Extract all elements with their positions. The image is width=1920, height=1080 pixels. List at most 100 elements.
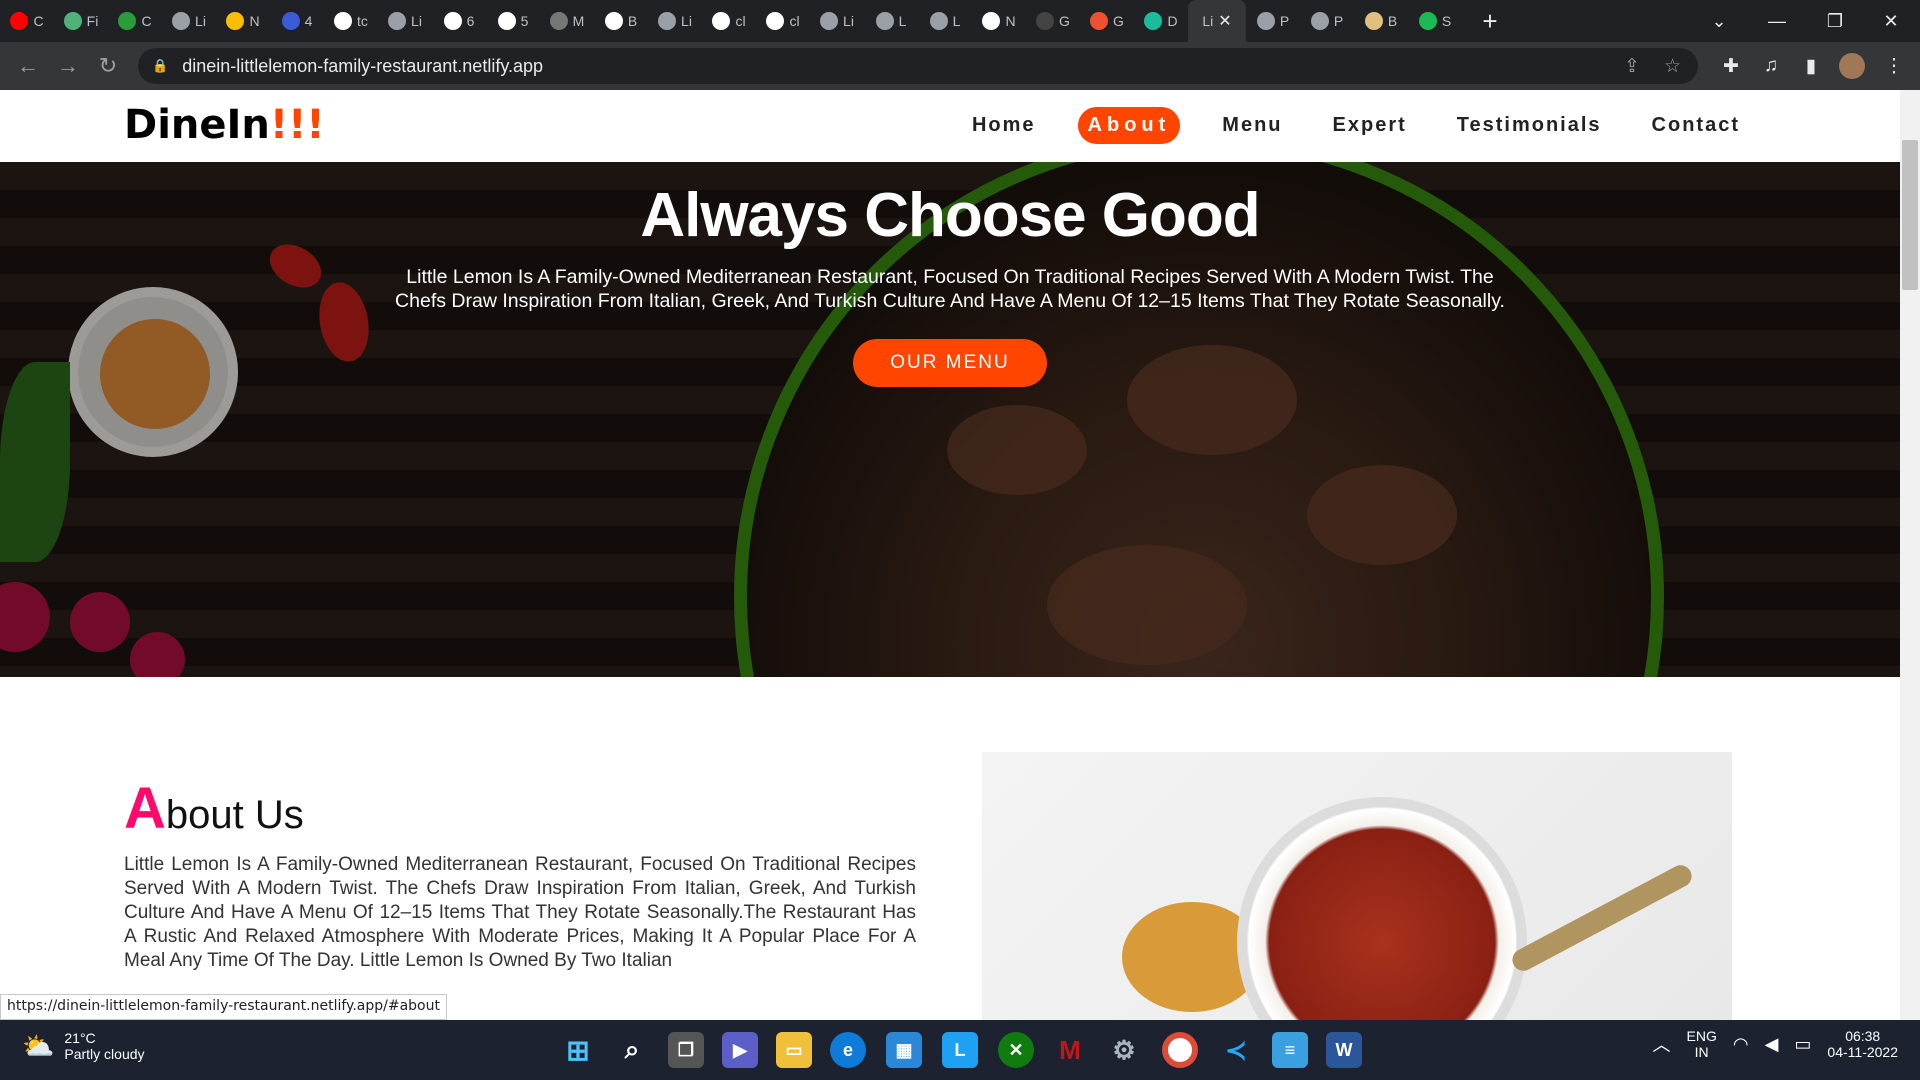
volume-icon[interactable]: ◀: [1765, 1034, 1779, 1055]
framer-icon: [63, 12, 82, 30]
browser-tab[interactable]: P: [1300, 0, 1354, 42]
browser-tab[interactable]: tc: [324, 0, 378, 42]
tray-chevron-icon[interactable]: ︿: [1653, 1031, 1671, 1057]
tab-label: cl: [735, 13, 746, 29]
tab-close-icon[interactable]: ✕: [1218, 11, 1231, 31]
globe-icon: [820, 12, 839, 30]
nav-link-home[interactable]: Home: [964, 107, 1044, 144]
tab-label: D: [1167, 13, 1178, 29]
browser-tab[interactable]: Li: [648, 0, 702, 42]
browser-tab[interactable]: cl: [756, 0, 810, 42]
image-icon: [1364, 12, 1383, 30]
task-view-icon[interactable]: ❐: [668, 1032, 704, 1068]
tab-label: Fi: [86, 13, 99, 29]
browser-tab[interactable]: Li: [162, 0, 216, 42]
nav-link-testimonials[interactable]: Testimonials: [1449, 107, 1610, 144]
url-input[interactable]: 🔒 dinein-littlelemon-family-restaurant.n…: [138, 48, 1698, 84]
browser-tab[interactable]: L: [864, 0, 918, 42]
browser-tab[interactable]: Li: [810, 0, 864, 42]
nav-link-expert[interactable]: Expert: [1325, 107, 1415, 144]
browser-tab[interactable]: N: [972, 0, 1026, 42]
clock[interactable]: 06:38 04-11-2022: [1827, 1028, 1898, 1060]
profile-avatar[interactable]: [1834, 48, 1870, 84]
chrome-icon: [982, 12, 1001, 30]
browser-tab[interactable]: C: [108, 0, 162, 42]
site-logo[interactable]: DineIn!!!: [124, 102, 325, 148]
microsoft-store-icon[interactable]: ▦: [886, 1032, 922, 1068]
git-icon: [1090, 12, 1109, 30]
bookmark-star-icon[interactable]: ☆: [1664, 48, 1681, 84]
browser-tab[interactable]: 6: [432, 0, 486, 42]
search-icon[interactable]: ⌕: [614, 1032, 650, 1068]
extensions-icon[interactable]: ✚: [1713, 48, 1749, 84]
chrome-icon[interactable]: [1162, 1032, 1198, 1068]
browser-tab[interactable]: 4: [270, 0, 324, 42]
vscode-icon[interactable]: ≺: [1218, 1032, 1254, 1068]
globe-icon: [929, 12, 948, 30]
browser-tab[interactable]: P: [1246, 0, 1300, 42]
tab-label: cl: [789, 13, 800, 29]
close-window-icon[interactable]: ✕: [1862, 0, 1920, 42]
browser-tab[interactable]: Fi: [54, 0, 108, 42]
hero-section: Always Choose Good Little Lemon Is A Fam…: [0, 162, 1900, 677]
edge-browser-icon[interactable]: e: [830, 1032, 866, 1068]
hero-description: Little Lemon Is A Family-Owned Mediterra…: [395, 266, 1505, 312]
spoon-image: [1508, 861, 1696, 975]
browser-tab[interactable]: L: [918, 0, 972, 42]
language-indicator[interactable]: ENG IN: [1687, 1028, 1717, 1060]
browser-tab[interactable]: G: [1026, 0, 1080, 42]
browser-tab[interactable]: cl: [702, 0, 756, 42]
tab-label: P: [1279, 13, 1290, 29]
browser-tab[interactable]: C: [0, 0, 54, 42]
menu-kebab-icon[interactable]: ⋮: [1876, 48, 1912, 84]
nav-link-about[interactable]: About: [1077, 107, 1181, 144]
restore-icon[interactable]: ❐: [1806, 0, 1864, 42]
tab-label: 5: [520, 13, 529, 29]
drive-icon: [226, 12, 245, 30]
browser-tab[interactable]: Li ✕: [1188, 0, 1246, 42]
browser-tab[interactable]: G: [1080, 0, 1134, 42]
tab-search-icon[interactable]: ⌄: [1690, 0, 1748, 42]
app-l-icon[interactable]: L: [942, 1032, 978, 1068]
about-section: About Us Little Lemon Is A Family-Owned …: [0, 677, 1900, 1020]
tab-label: N: [249, 13, 260, 29]
share-icon[interactable]: ⇪: [1624, 48, 1640, 84]
our-menu-button[interactable]: OUR MENU: [853, 339, 1047, 387]
tab-label: G: [1059, 13, 1070, 29]
scrollbar-thumb[interactable]: [1902, 140, 1918, 290]
word-icon[interactable]: W: [1326, 1032, 1362, 1068]
weather-widget[interactable]: ⛅ 21°C Partly cloudy: [22, 1030, 145, 1062]
nav-link-contact[interactable]: Contact: [1644, 107, 1748, 144]
nav-link-menu[interactable]: Menu: [1214, 107, 1290, 144]
back-icon[interactable]: ←: [8, 42, 48, 90]
browser-tab[interactable]: N: [216, 0, 270, 42]
xbox-icon[interactable]: ✕: [998, 1032, 1034, 1068]
reload-icon[interactable]: ↻: [88, 42, 128, 90]
f-icon: [443, 12, 462, 30]
mcafee-icon[interactable]: M: [1052, 1032, 1088, 1068]
start-button-icon[interactable]: ⊞: [560, 1032, 596, 1068]
side-panel-icon[interactable]: ▮: [1793, 48, 1829, 84]
wifi-icon[interactable]: ◠: [1733, 1034, 1749, 1055]
battery-icon[interactable]: ▭: [1794, 1034, 1811, 1055]
browser-tab[interactable]: D: [1134, 0, 1188, 42]
lock-icon[interactable]: 🔒: [152, 58, 168, 74]
browser-tab[interactable]: Li: [378, 0, 432, 42]
browser-tab[interactable]: B: [594, 0, 648, 42]
media-control-icon[interactable]: ♫: [1753, 48, 1789, 84]
forward-icon[interactable]: →: [48, 42, 88, 90]
settings-gear-icon[interactable]: ⚙: [1106, 1032, 1142, 1068]
tab-label: P: [1333, 13, 1344, 29]
address-toolbar: ← → ↻ 🔒 dinein-littlelemon-family-restau…: [0, 42, 1920, 90]
teams-chat-icon[interactable]: ▶: [722, 1032, 758, 1068]
minimize-icon[interactable]: —: [1748, 0, 1806, 42]
new-tab-icon[interactable]: +: [1472, 6, 1508, 37]
tab-label: L: [898, 13, 907, 29]
browser-tab[interactable]: S: [1408, 0, 1462, 42]
browser-tab[interactable]: B: [1354, 0, 1408, 42]
windows-taskbar: ⛅ 21°C Partly cloudy ⊞ ⌕ ❐ ▶ ▭ e ▦ L ✕ M …: [0, 1020, 1920, 1080]
notepad-icon[interactable]: ≡: [1272, 1032, 1308, 1068]
file-explorer-icon[interactable]: ▭: [776, 1032, 812, 1068]
browser-tab[interactable]: M: [540, 0, 594, 42]
browser-tab[interactable]: 5: [486, 0, 540, 42]
